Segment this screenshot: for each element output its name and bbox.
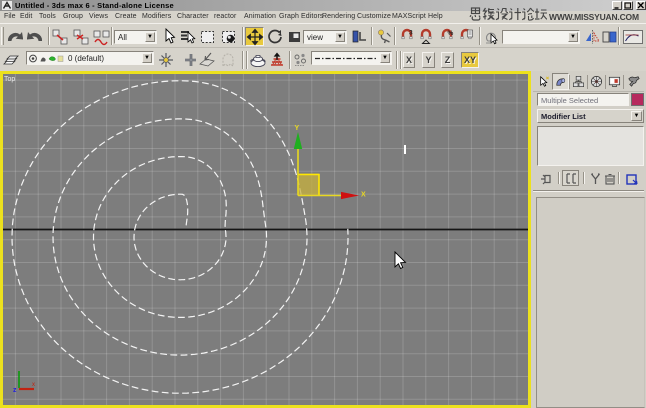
svg-text:X: X xyxy=(361,192,366,199)
svg-text:Top: Top xyxy=(4,76,15,83)
svg-text:x: x xyxy=(32,382,35,388)
svg-text:Y: Y xyxy=(295,125,300,132)
svg-text:%: % xyxy=(448,30,454,37)
svg-text:z: z xyxy=(13,387,17,394)
svg-text:3: 3 xyxy=(409,30,413,37)
